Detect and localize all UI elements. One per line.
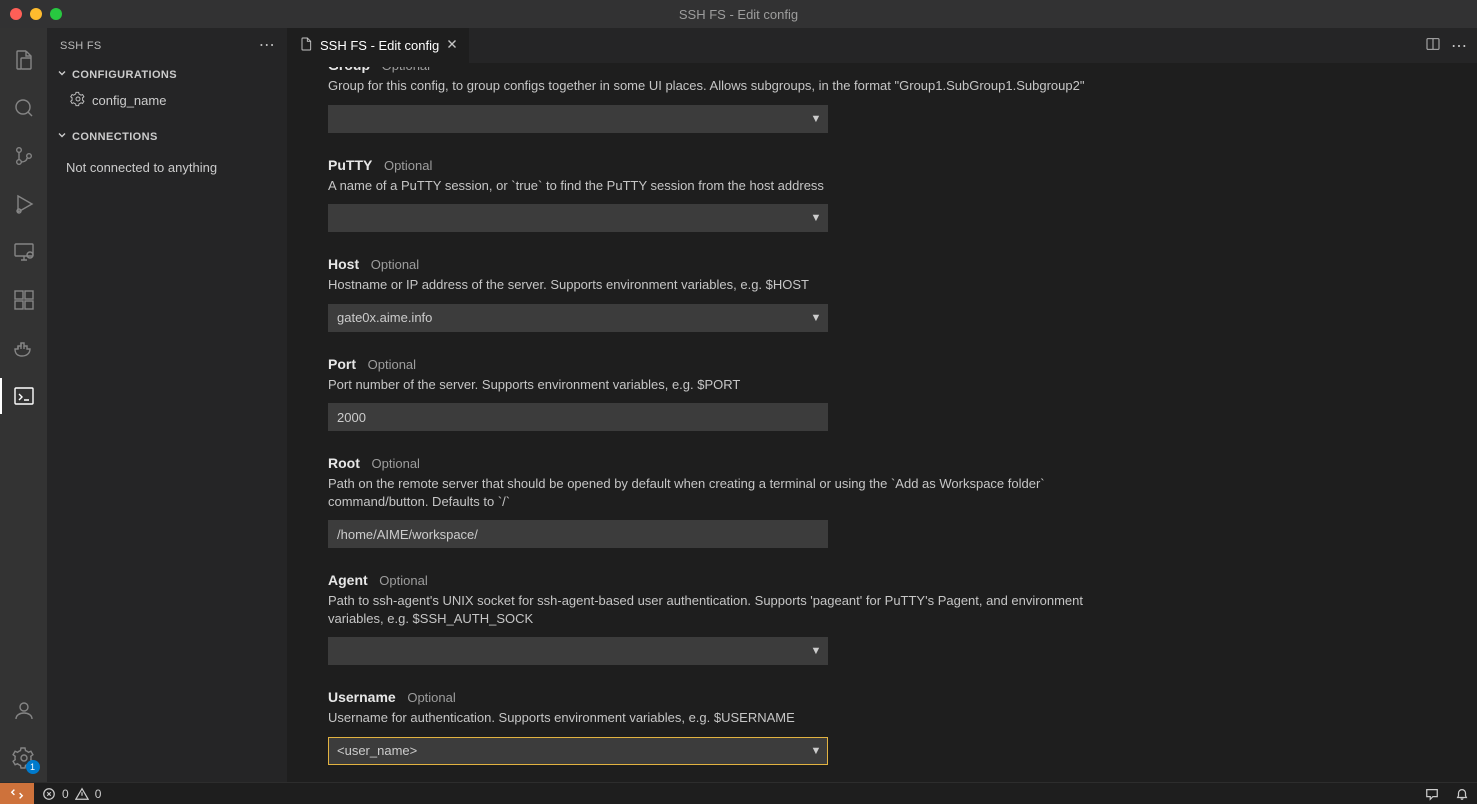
section-connections-header[interactable]: CONNECTIONS	[48, 125, 287, 148]
field-putty-desc: A name of a PuTTY session, or `true` to …	[328, 177, 1108, 195]
side-panel: SSH FS ⋯ CONFIGURATIONS config_name CO	[48, 28, 288, 782]
tab-edit-config[interactable]: SSH FS - Edit config	[288, 28, 470, 63]
field-username-label: Username	[328, 689, 396, 705]
editor-more-icon[interactable]: ⋯	[1451, 36, 1467, 56]
configurations-tree: config_name	[48, 86, 287, 125]
sidepanel-title: SSH FS	[60, 40, 102, 52]
field-host: Host Optional Hostname or IP address of …	[328, 256, 1108, 332]
field-root-control[interactable]	[328, 520, 828, 548]
field-agent-control[interactable]: ▼	[328, 637, 828, 665]
manage-badge: 1	[26, 760, 40, 774]
warning-icon	[75, 787, 89, 801]
dropdown-icon[interactable]: ▼	[805, 645, 827, 657]
field-port-desc: Port number of the server. Supports envi…	[328, 376, 1108, 394]
field-username-desc: Username for authentication. Supports en…	[328, 709, 1108, 727]
warning-count: 0	[95, 787, 102, 801]
group-input[interactable]	[329, 106, 805, 132]
field-agent-optional: Optional	[379, 573, 427, 588]
sidepanel-more-icon[interactable]: ⋯	[259, 38, 275, 54]
field-putty-control[interactable]: ▼	[328, 204, 828, 232]
connections-empty-text: Not connected to anything	[48, 148, 287, 187]
extensions-icon[interactable]	[0, 276, 48, 324]
bell-icon[interactable]	[1447, 783, 1477, 804]
field-username-optional: Optional	[407, 690, 455, 705]
gear-icon	[70, 91, 86, 110]
field-port: Port Optional Port number of the server.…	[328, 356, 1108, 432]
field-root-label: Root	[328, 455, 360, 471]
field-port-label: Port	[328, 356, 356, 372]
agent-input[interactable]	[329, 638, 805, 664]
username-input[interactable]	[329, 738, 805, 764]
field-putty-label: PuTTY	[328, 157, 372, 173]
dropdown-icon[interactable]: ▼	[805, 312, 827, 324]
problems-status[interactable]: 0 0	[34, 783, 109, 804]
field-host-desc: Hostname or IP address of the server. Su…	[328, 276, 1108, 294]
field-root-optional: Optional	[372, 456, 420, 471]
section-configurations-label: CONFIGURATIONS	[72, 69, 177, 81]
remote-indicator[interactable]	[0, 783, 34, 804]
window-title: SSH FS - Edit config	[0, 7, 1477, 22]
accounts-icon[interactable]	[0, 686, 48, 734]
search-icon[interactable]	[0, 84, 48, 132]
tree-item-label: config_name	[92, 93, 166, 108]
field-port-control[interactable]	[328, 403, 828, 431]
field-root-desc: Path on the remote server that should be…	[328, 475, 1108, 510]
ssh-fs-icon[interactable]	[0, 372, 48, 420]
field-host-optional: Optional	[371, 257, 419, 272]
remote-explorer-icon[interactable]	[0, 228, 48, 276]
host-input[interactable]	[329, 305, 805, 331]
split-editor-icon[interactable]	[1425, 36, 1441, 55]
field-agent-label: Agent	[328, 572, 368, 588]
field-putty: PuTTY Optional A name of a PuTTY session…	[328, 157, 1108, 233]
field-group-control[interactable]: ▼	[328, 105, 828, 133]
field-group-desc: Group for this config, to group configs …	[328, 77, 1108, 95]
source-control-icon[interactable]	[0, 132, 48, 180]
field-agent: Agent Optional Path to ssh-agent's UNIX …	[328, 572, 1108, 665]
chevron-down-icon	[56, 129, 68, 144]
field-group-optional: Optional	[382, 67, 430, 73]
titlebar: SSH FS - Edit config	[0, 0, 1477, 28]
port-input[interactable]	[329, 404, 827, 430]
manage-icon[interactable]: 1	[0, 734, 48, 782]
chevron-down-icon	[56, 67, 68, 82]
file-icon	[298, 36, 314, 55]
field-putty-optional: Optional	[384, 158, 432, 173]
field-group-label: Group	[328, 67, 370, 73]
feedback-icon[interactable]	[1417, 783, 1447, 804]
activity-bar: 1	[0, 28, 48, 782]
run-debug-icon[interactable]	[0, 180, 48, 228]
tab-bar: SSH FS - Edit config ⋯	[288, 28, 1477, 63]
window-close-button[interactable]	[10, 8, 22, 20]
field-username: Username Optional Username for authentic…	[328, 689, 1108, 765]
tab-close-icon[interactable]	[445, 37, 459, 54]
docker-icon[interactable]	[0, 324, 48, 372]
status-bar: 0 0	[0, 782, 1477, 804]
field-root: Root Optional Path on the remote server …	[328, 455, 1108, 548]
window-minimize-button[interactable]	[30, 8, 42, 20]
tab-label: SSH FS - Edit config	[320, 38, 439, 53]
error-count: 0	[62, 787, 69, 801]
dropdown-icon[interactable]: ▼	[805, 745, 827, 757]
explorer-icon[interactable]	[0, 36, 48, 84]
editor-group: SSH FS - Edit config ⋯ Group Optiona	[288, 28, 1477, 782]
field-host-label: Host	[328, 256, 359, 272]
window-maximize-button[interactable]	[50, 8, 62, 20]
error-icon	[42, 787, 56, 801]
field-username-control[interactable]: ▼	[328, 737, 828, 765]
field-port-optional: Optional	[368, 357, 416, 372]
field-group: Group Optional Group for this config, to…	[328, 67, 1108, 133]
field-agent-desc: Path to ssh-agent's UNIX socket for ssh-…	[328, 592, 1108, 627]
editor-content[interactable]: Group Optional Group for this config, to…	[288, 63, 1477, 782]
section-configurations-header[interactable]: CONFIGURATIONS	[48, 63, 287, 86]
dropdown-icon[interactable]: ▼	[805, 113, 827, 125]
tree-item-config[interactable]: config_name	[48, 88, 287, 113]
field-host-control[interactable]: ▼	[328, 304, 828, 332]
putty-input[interactable]	[329, 205, 805, 231]
root-input[interactable]	[329, 521, 827, 547]
section-connections-label: CONNECTIONS	[72, 131, 158, 143]
dropdown-icon[interactable]: ▼	[805, 212, 827, 224]
